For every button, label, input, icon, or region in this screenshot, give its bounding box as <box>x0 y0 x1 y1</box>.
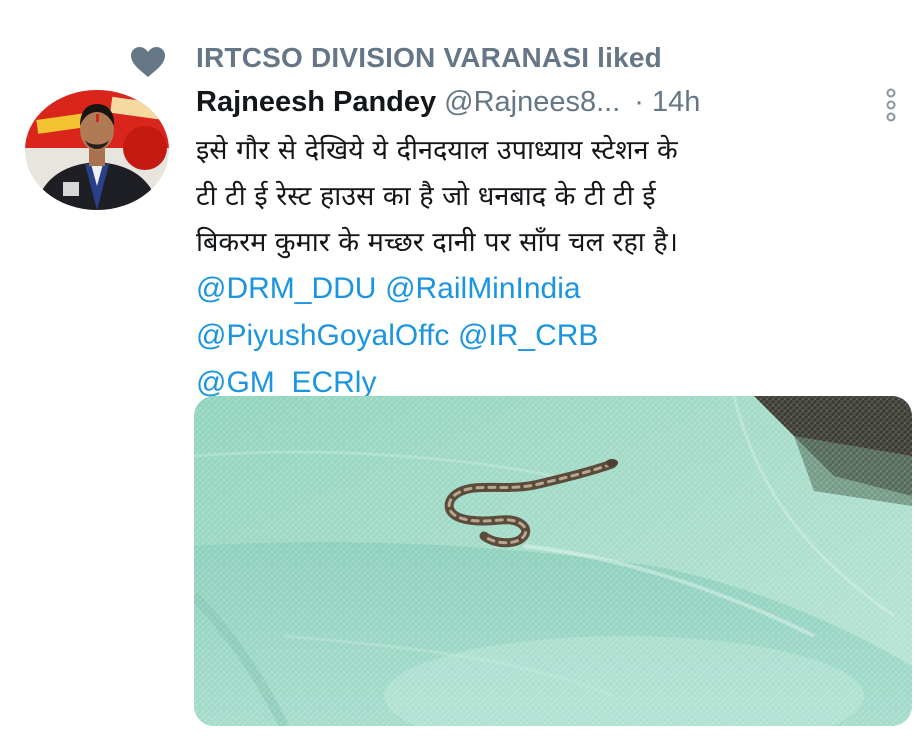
avatar[interactable] <box>25 90 169 210</box>
social-context: IRTCSO DIVISION VARANASI liked <box>0 40 915 80</box>
tweet-text-line: बिकरम कुमार के मच्छर दानी पर साँप चल रहा… <box>196 227 678 258</box>
more-vertical-icon[interactable] <box>884 88 898 122</box>
tweet-header: Rajneesh Pandey @Rajnees8... · 14h <box>196 86 911 128</box>
mention-link[interactable]: @IR_CRB <box>458 319 598 352</box>
tweet-text: इसे गौर से देखिये ये दीनदयाल उपाध्याय स्… <box>196 128 896 407</box>
liked-by-text[interactable]: IRTCSO DIVISION VARANASI liked <box>196 42 662 74</box>
mention-link[interactable]: @DRM_DDU <box>196 272 376 305</box>
mentions-line: @DRM_DDU @RailMinIndia <box>196 266 896 313</box>
mention-link[interactable]: @PiyushGoyalOffc <box>196 319 449 352</box>
user-handle[interactable]: @Rajnees8... <box>444 86 620 118</box>
display-name[interactable]: Rajneesh Pandey <box>196 86 436 118</box>
mention-link[interactable]: @GM_ECRly <box>196 366 376 399</box>
photo-snake-on-mosquito-net <box>194 396 912 726</box>
timestamp[interactable]: 14h <box>652 86 700 118</box>
tweet-text-line: टी टी ई रेस्ट हाउस का है जो धनबाद के टी … <box>196 181 656 212</box>
tweet-photo[interactable] <box>194 396 912 726</box>
mention-link[interactable]: @RailMinIndia <box>385 272 581 305</box>
avatar-photo <box>25 90 169 210</box>
tweet-text-line: इसे गौर से देखिये ये दीनदयाल उपाध्याय स्… <box>196 135 678 166</box>
heart-icon <box>131 47 165 77</box>
mentions-line: @PiyushGoyalOffc @IR_CRB <box>196 313 896 360</box>
separator-dot: · <box>634 86 644 118</box>
